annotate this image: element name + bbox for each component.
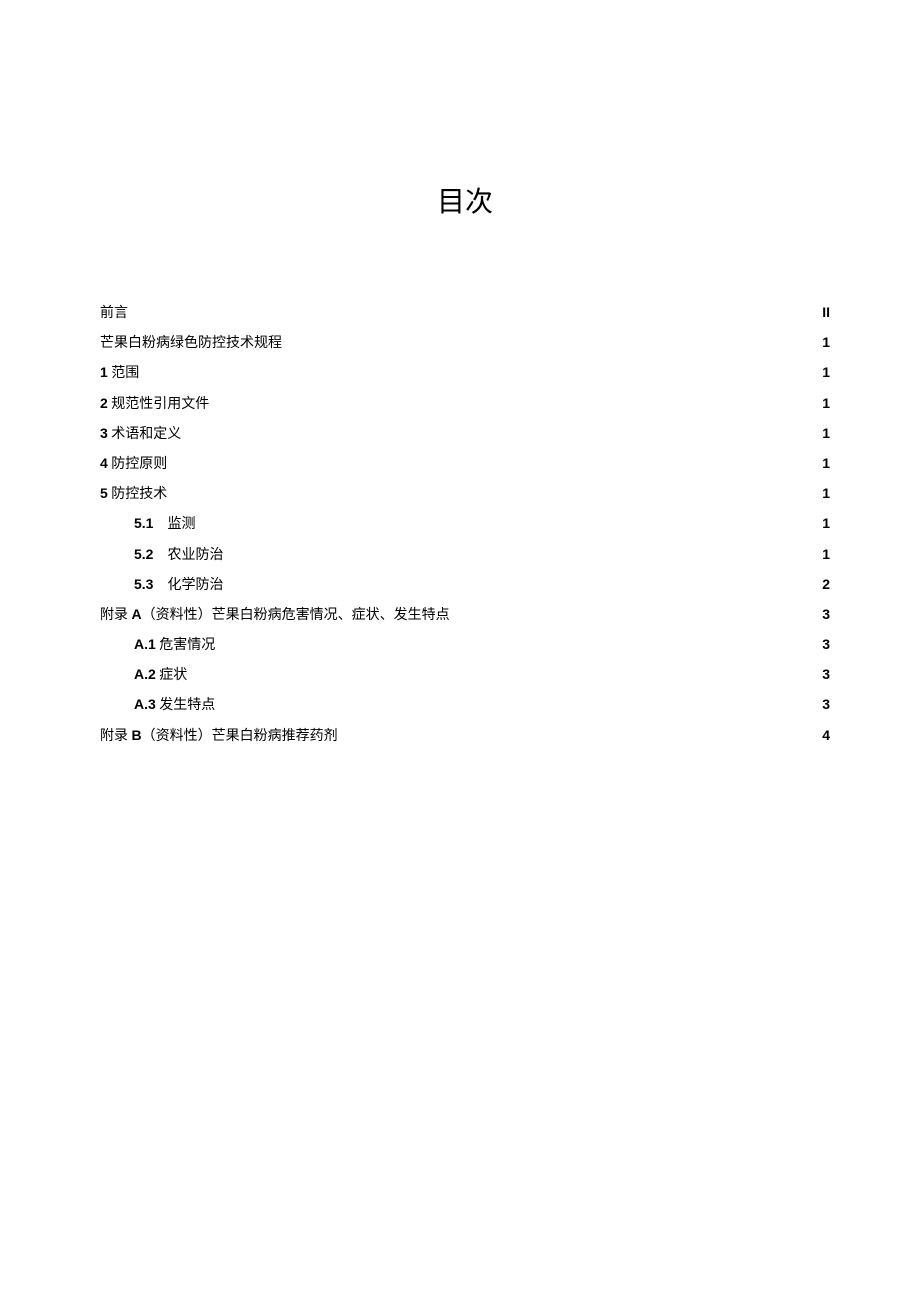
toc-text: 监测 bbox=[153, 517, 195, 532]
toc-row: 5 防控技术 1 bbox=[100, 481, 830, 507]
toc-number: 4 bbox=[100, 455, 108, 471]
toc-leader-dots bbox=[284, 333, 820, 347]
toc-page-number: 3 bbox=[822, 632, 830, 657]
toc-text: 芒果白粉病绿色防控技术规程 bbox=[100, 336, 282, 351]
toc-leader-dots bbox=[225, 545, 820, 559]
toc-leader-dots bbox=[452, 605, 821, 619]
toc-label: 3 术语和定义 bbox=[100, 421, 181, 447]
toc-leader-dots bbox=[197, 514, 820, 528]
toc-text: 附录 bbox=[100, 729, 132, 744]
toc-number: B bbox=[132, 727, 142, 743]
toc-page-number: 2 bbox=[822, 572, 830, 597]
toc-label: 2 规范性引用文件 bbox=[100, 391, 209, 417]
toc-label: 前言 bbox=[100, 301, 128, 326]
toc-row: 3 术语和定义 1 bbox=[100, 421, 830, 447]
toc-label: 5.3 化学防治 bbox=[134, 572, 223, 598]
toc-label: 4 防控原则 bbox=[100, 451, 167, 477]
toc-title: 目次 bbox=[100, 180, 830, 220]
toc-number: 5.1 bbox=[134, 515, 153, 531]
toc-page-number: II bbox=[822, 300, 830, 325]
toc-row: 5.3 化学防治 2 bbox=[100, 572, 830, 598]
toc-leader-dots bbox=[189, 665, 820, 679]
toc-leader-dots bbox=[169, 484, 820, 498]
toc-number: A.2 bbox=[134, 666, 156, 682]
page: 目次 前言II芒果白粉病绿色防控技术规程11 范围12 规范性引用文件13 术语… bbox=[0, 0, 920, 1301]
toc-row: 芒果白粉病绿色防控技术规程 1 bbox=[100, 330, 830, 356]
toc-leader-dots bbox=[169, 454, 820, 468]
toc-number: 5 bbox=[100, 485, 108, 501]
toc-leader-dots bbox=[211, 394, 820, 408]
toc-page-number: 3 bbox=[822, 662, 830, 687]
toc-text: 前言 bbox=[100, 306, 128, 321]
toc-leader-dots bbox=[217, 635, 820, 649]
toc-leader-dots bbox=[225, 575, 820, 589]
toc-number: 2 bbox=[100, 395, 108, 411]
toc-row: 1 范围1 bbox=[100, 360, 830, 386]
toc-text: 农业防治 bbox=[153, 548, 223, 563]
toc-number: A bbox=[132, 606, 142, 622]
toc-text: 附录 bbox=[100, 608, 132, 623]
toc-row: 前言 II bbox=[100, 300, 830, 326]
toc-page-number: 4 bbox=[822, 723, 830, 748]
toc-label: A.1 危害情况 bbox=[134, 632, 215, 658]
toc-text: 范围 bbox=[108, 366, 140, 381]
toc-row: A.2 症状 3 bbox=[100, 662, 830, 688]
toc-page-number: 1 bbox=[822, 421, 830, 446]
toc-number: A.1 bbox=[134, 636, 156, 652]
toc-row: 附录 A（资料性）芒果白粉病危害情况、症状、发生特点 3 bbox=[100, 602, 830, 628]
toc-leader-dots bbox=[130, 303, 820, 317]
toc-number: A.3 bbox=[134, 696, 156, 712]
toc-page-number: 1 bbox=[822, 360, 830, 385]
toc-page-number: 1 bbox=[822, 451, 830, 476]
toc-label: 5 防控技术 bbox=[100, 481, 167, 507]
toc-label: 附录 B（资料性）芒果白粉病推荐药剂 bbox=[100, 723, 338, 749]
toc-leader-dots bbox=[141, 363, 820, 377]
toc-text: 防控技术 bbox=[108, 487, 168, 502]
toc-page-number: 3 bbox=[822, 692, 830, 717]
toc-row: A.3 发生特点 3 bbox=[100, 692, 830, 718]
toc-page-number: 1 bbox=[822, 481, 830, 506]
toc-leader-dots bbox=[183, 424, 820, 438]
toc-text: 危害情况 bbox=[156, 638, 216, 653]
toc-number: 3 bbox=[100, 425, 108, 441]
toc-label: 5.1 监测 bbox=[134, 511, 195, 537]
toc-label: 芒果白粉病绿色防控技术规程 bbox=[100, 331, 282, 356]
toc-row: 2 规范性引用文件 1 bbox=[100, 391, 830, 417]
table-of-contents: 前言II芒果白粉病绿色防控技术规程11 范围12 规范性引用文件13 术语和定义… bbox=[100, 300, 830, 749]
toc-label: 5.2 农业防治 bbox=[134, 542, 223, 568]
toc-row: 5.1 监测 1 bbox=[100, 511, 830, 537]
toc-leader-dots bbox=[340, 726, 821, 740]
toc-text: （资料性）芒果白粉病推荐药剂 bbox=[142, 729, 338, 744]
toc-row: 5.2 农业防治 1 bbox=[100, 542, 830, 568]
toc-page-number: 1 bbox=[822, 542, 830, 567]
toc-text: 规范性引用文件 bbox=[108, 397, 210, 412]
toc-row: 4 防控原则 1 bbox=[100, 451, 830, 477]
toc-label: 附录 A（资料性）芒果白粉病危害情况、症状、发生特点 bbox=[100, 602, 450, 628]
toc-row: 附录 B（资料性）芒果白粉病推荐药剂 4 bbox=[100, 723, 830, 749]
toc-number: 5.2 bbox=[134, 546, 153, 562]
toc-page-number: 1 bbox=[822, 330, 830, 355]
toc-leader-dots bbox=[217, 695, 820, 709]
toc-page-number: 1 bbox=[822, 391, 830, 416]
toc-label: A.2 症状 bbox=[134, 662, 187, 688]
toc-label: 1 范围 bbox=[100, 360, 139, 386]
toc-text: 发生特点 bbox=[156, 698, 216, 713]
toc-text: 术语和定义 bbox=[108, 427, 182, 442]
toc-page-number: 3 bbox=[822, 602, 830, 627]
toc-page-number: 1 bbox=[822, 511, 830, 536]
toc-text: 化学防治 bbox=[153, 578, 223, 593]
toc-number: 1 bbox=[100, 364, 108, 380]
toc-text: 症状 bbox=[156, 668, 188, 683]
toc-number: 5.3 bbox=[134, 576, 153, 592]
toc-text: 防控原则 bbox=[108, 457, 168, 472]
toc-label: A.3 发生特点 bbox=[134, 692, 215, 718]
toc-text: （资料性）芒果白粉病危害情况、症状、发生特点 bbox=[142, 608, 450, 623]
toc-row: A.1 危害情况 3 bbox=[100, 632, 830, 658]
